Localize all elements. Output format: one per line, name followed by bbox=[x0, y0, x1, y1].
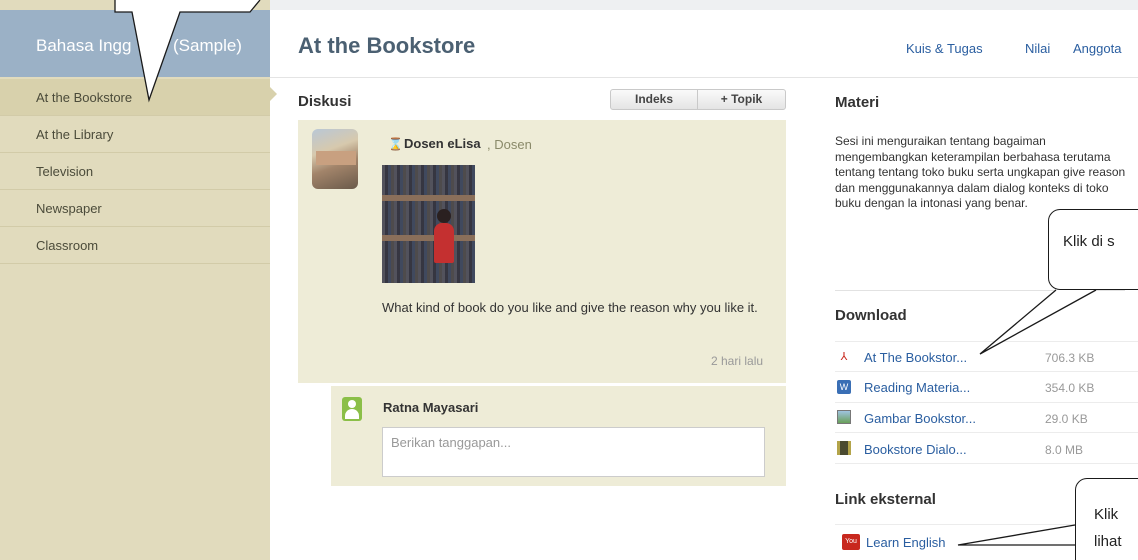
pdf-icon: ⅄ bbox=[840, 351, 848, 363]
add-topic-button[interactable]: + Topik bbox=[697, 89, 786, 110]
row-divider bbox=[835, 371, 1138, 372]
nav-link-nilai[interactable]: Nilai bbox=[1025, 41, 1050, 56]
avatar bbox=[312, 129, 358, 189]
user-avatar-icon bbox=[342, 397, 362, 421]
section-divider bbox=[835, 290, 1125, 291]
reply-input[interactable] bbox=[382, 427, 765, 477]
sidebar-item-at-the-library[interactable]: At the Library bbox=[0, 116, 270, 153]
download-link-at-the-bookstore[interactable]: At The Bookstor... bbox=[864, 350, 967, 365]
reply-author: Ratna Mayasari bbox=[383, 400, 479, 415]
callout-text: Klik di s bbox=[1063, 233, 1115, 250]
section-divider bbox=[835, 341, 1138, 342]
word-doc-icon: W bbox=[837, 380, 851, 394]
discussion-heading: Diskusi bbox=[298, 93, 352, 110]
post-body: What kind of book do you like and give t… bbox=[382, 300, 758, 315]
post-image[interactable] bbox=[382, 165, 475, 283]
video-file-icon bbox=[837, 441, 851, 455]
sidebar-item-classroom[interactable]: Classroom bbox=[0, 227, 270, 264]
discussion-post bbox=[298, 120, 786, 383]
top-band bbox=[270, 0, 1138, 10]
course-title-suffix: (Sample) bbox=[173, 36, 242, 55]
download-link-gambar-bookstore[interactable]: Gambar Bookstor... bbox=[864, 411, 976, 426]
external-links-heading: Link eksternal bbox=[835, 491, 936, 508]
download-heading: Download bbox=[835, 307, 907, 324]
row-divider bbox=[835, 432, 1138, 433]
sidebar-item-at-the-bookstore[interactable]: At the Bookstore bbox=[0, 79, 270, 116]
sidebar-item-newspaper[interactable]: Newspaper bbox=[0, 190, 270, 227]
post-author[interactable]: Dosen eLisa bbox=[404, 136, 481, 151]
youtube-icon: You bbox=[842, 534, 860, 550]
file-size: 706.3 KB bbox=[1045, 351, 1095, 365]
materi-description: Sesi ini menguraikan tentang bagaiman me… bbox=[835, 134, 1126, 210]
external-link-learn-english[interactable]: Learn English bbox=[866, 535, 946, 550]
sidebar-item-television[interactable]: Television bbox=[0, 153, 270, 190]
nav-link-kuis-tugas[interactable]: Kuis & Tugas bbox=[906, 41, 983, 56]
index-button[interactable]: Indeks bbox=[610, 89, 698, 110]
nav-link-anggota[interactable]: Anggota bbox=[1073, 41, 1121, 56]
row-divider bbox=[835, 402, 1138, 403]
page-title: At the Bookstore bbox=[298, 33, 476, 58]
post-author-role: , Dosen bbox=[487, 137, 532, 152]
file-size: 354.0 KB bbox=[1045, 381, 1095, 395]
callout-text: lihat bbox=[1094, 533, 1122, 550]
course-title-text: Bahasa Ingg bbox=[36, 36, 132, 55]
file-size: 29.0 KB bbox=[1045, 412, 1088, 426]
callout-link: Klik lihat bbox=[1075, 478, 1138, 560]
image-file-icon bbox=[837, 410, 851, 424]
download-link-reading-material[interactable]: Reading Materia... bbox=[864, 380, 970, 395]
course-title[interactable]: Bahasa Ingg (Sample) bbox=[36, 36, 242, 56]
file-size: 8.0 MB bbox=[1045, 443, 1084, 457]
materi-heading: Materi bbox=[835, 94, 880, 111]
hourglass-icon: ⌛ bbox=[388, 137, 403, 151]
header-divider bbox=[270, 77, 1138, 78]
row-divider bbox=[835, 463, 1138, 464]
callout-download: Klik di s bbox=[1048, 209, 1138, 290]
active-item-pointer bbox=[270, 87, 277, 101]
download-link-bookstore-dialog[interactable]: Bookstore Dialo... bbox=[864, 442, 967, 457]
callout-text: Klik bbox=[1094, 506, 1119, 523]
post-timestamp: 2 hari lalu bbox=[711, 354, 764, 368]
